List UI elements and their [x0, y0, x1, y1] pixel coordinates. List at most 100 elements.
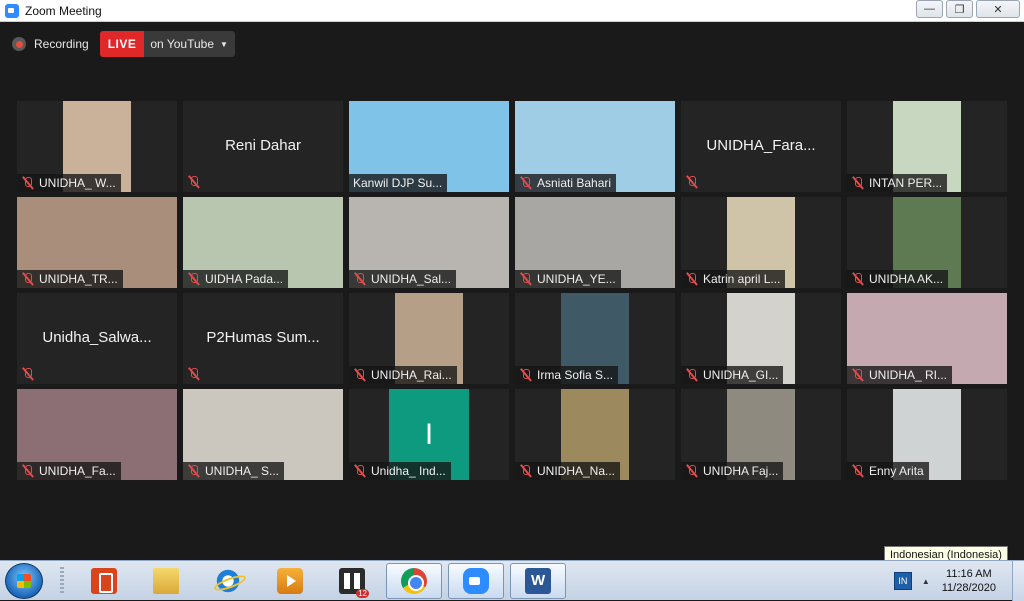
zoom-icon [463, 568, 489, 594]
participant-tile[interactable]: UNIDHA_TR... [17, 197, 177, 288]
participant-tile[interactable]: UNIDHA_Rai... [349, 293, 509, 384]
participant-tile[interactable]: UNIDHA AK... [847, 197, 1007, 288]
media-player-icon [277, 568, 303, 594]
participant-tile[interactable]: UNIDHA_GI... [681, 293, 841, 384]
close-button[interactable]: ✕ [976, 0, 1020, 18]
mic-muted-icon [21, 367, 35, 381]
recording-label: Recording [34, 37, 89, 51]
participant-tile[interactable]: P2Humas Sum... [183, 293, 343, 384]
mic-muted-icon [21, 176, 35, 190]
participant-tile[interactable]: Asniati Bahari [515, 101, 675, 192]
mic-muted-icon [685, 368, 699, 382]
participant-tile[interactable]: UNIDHA_YE... [515, 197, 675, 288]
recording-icon[interactable] [12, 37, 26, 51]
mic-muted-icon [353, 464, 367, 478]
show-desktop-button[interactable] [1012, 561, 1024, 601]
language-indicator[interactable]: IN [893, 572, 912, 590]
participant-name: Asniati Bahari [537, 176, 612, 190]
participant-name: Kanwil DJP Su... [353, 176, 443, 190]
participant-nameplate: Unidha_ Ind... [349, 462, 451, 480]
participant-tile[interactable]: Enny Arita [847, 389, 1007, 480]
taskbar-media-app[interactable] [262, 563, 318, 599]
participant-name: UIDHA Pada... [205, 272, 284, 286]
participant-tile[interactable]: UNIDHA_Na... [515, 389, 675, 480]
participant-name: UNIDHA_Sal... [371, 272, 452, 286]
taskbar-pdf-app[interactable] [76, 563, 132, 599]
participant-tile[interactable]: UNIDHA Faj... [681, 389, 841, 480]
participant-tile[interactable]: UNIDHA_ RI... [847, 293, 1007, 384]
mic-muted-icon [685, 464, 699, 478]
maximize-button[interactable]: ❐ [946, 0, 973, 18]
participant-name: Katrin april L... [703, 272, 781, 286]
mic-muted-icon [851, 464, 865, 478]
mic-muted-icon [519, 464, 533, 478]
participant-nameplate: Katrin april L... [681, 270, 786, 288]
pdf-reader-icon [91, 568, 117, 594]
mic-muted-icon [353, 368, 367, 382]
word-icon [525, 568, 551, 594]
zoom-app-icon [5, 3, 19, 18]
meeting-area: Recording LIVE on YouTube ▼ UNIDHA_ W...… [0, 23, 1024, 560]
participant-name: UNIDHA_Rai... [371, 368, 452, 382]
participant-tile[interactable]: UIDHA Pada... [183, 197, 343, 288]
chrome-icon [401, 568, 427, 594]
participant-tile[interactable]: Irma Sofia S... [515, 293, 675, 384]
participant-nameplate: UNIDHA_Fa... [17, 462, 121, 480]
mic-muted-icon [519, 272, 533, 286]
taskbar-explorer-app[interactable] [138, 563, 194, 599]
participant-tile[interactable]: Katrin april L... [681, 197, 841, 288]
participant-tile[interactable]: Reni Dahar [183, 101, 343, 192]
mic-muted-icon [187, 272, 201, 286]
participant-display-name: P2Humas Sum... [206, 329, 320, 346]
minimize-button[interactable]: — [916, 0, 943, 18]
live-stream-dropdown[interactable]: LIVE on YouTube ▼ [99, 31, 235, 57]
clock-date: 11/28/2020 [941, 582, 996, 594]
mic-muted-icon [685, 175, 699, 189]
participant-nameplate: UNIDHA_Rai... [349, 366, 457, 384]
app-grid-icon: 12 [339, 568, 369, 598]
participant-nameplate: UNIDHA_ RI... [847, 366, 953, 384]
system-tray: IN ▲ 11:16 AM 11/28/2020 [893, 561, 1024, 601]
participant-nameplate: UIDHA Pada... [183, 270, 289, 288]
participant-nameplate: UNIDHA_YE... [515, 270, 621, 288]
participant-nameplate: UNIDHA_ W... [17, 174, 121, 192]
window-controls: — ❐ ✕ [913, 0, 1020, 18]
mic-muted-icon [187, 367, 201, 381]
participant-tile[interactable]: INTAN PER... [847, 101, 1007, 192]
clock[interactable]: 11:16 AM 11/28/2020 [942, 567, 996, 595]
participant-nameplate: Enny Arita [847, 462, 929, 480]
mic-muted-icon [187, 175, 201, 189]
participant-tile[interactable]: UNIDHA_Sal... [349, 197, 509, 288]
mic-muted-icon [21, 464, 35, 478]
participant-tile[interactable]: UNIDHA_Fara... [681, 101, 841, 192]
participant-nameplate: Asniati Bahari [515, 174, 617, 192]
participant-name: UNIDHA_TR... [39, 272, 118, 286]
participant-display-name: Unidha_Salwa... [42, 329, 152, 346]
title-bar: Zoom Meeting — ❐ ✕ [0, 0, 1024, 22]
folder-icon [153, 568, 179, 594]
mic-muted-icon [685, 272, 699, 286]
taskbar-apps-app[interactable]: 12 [324, 563, 380, 599]
mic-muted-icon [353, 272, 367, 286]
mic-muted-icon [519, 176, 533, 190]
live-stream-label: on YouTube [150, 37, 214, 51]
show-hidden-icons[interactable]: ▲ [922, 577, 930, 586]
participant-tile[interactable]: Kanwil DJP Su... [349, 101, 509, 192]
participant-name: UNIDHA_ W... [39, 176, 116, 190]
clock-time: 11:16 AM [946, 568, 992, 580]
live-badge: LIVE [99, 31, 145, 57]
participant-nameplate: UNIDHA Faj... [681, 462, 784, 480]
taskbar-zoom-app[interactable] [448, 563, 504, 599]
mic-muted-icon [187, 464, 201, 478]
participant-tile[interactable]: UNIDHA_ W... [17, 101, 177, 192]
participant-tile[interactable]: UNIDHA_ S... [183, 389, 343, 480]
taskbar-word-app[interactable] [510, 563, 566, 599]
taskbar-chrome-app[interactable] [386, 563, 442, 599]
internet-explorer-icon [215, 568, 241, 594]
taskbar-ie-app[interactable] [200, 563, 256, 599]
participant-tile[interactable]: UNIDHA_Fa... [17, 389, 177, 480]
mic-muted-icon [519, 368, 533, 382]
participant-tile[interactable]: Unidha_Salwa... [17, 293, 177, 384]
participant-tile[interactable]: I Unidha_ Ind... [349, 389, 509, 480]
start-button[interactable] [5, 563, 43, 599]
